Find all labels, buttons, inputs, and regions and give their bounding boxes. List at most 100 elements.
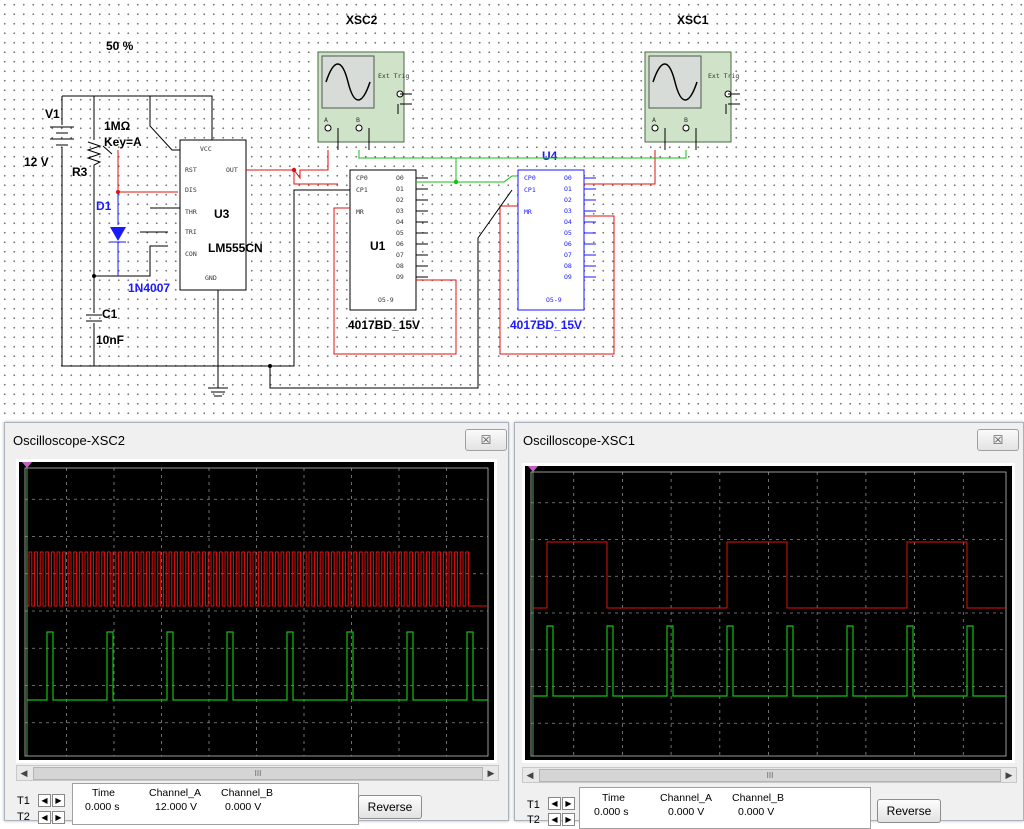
counter-output-pin: O4 xyxy=(396,218,404,226)
counter-output-pin: O7 xyxy=(564,251,572,259)
svg-text:THR: THR xyxy=(185,208,197,216)
close-button[interactable]: ☒ xyxy=(977,429,1019,451)
counter-output-pin: O9 xyxy=(564,273,572,281)
svg-text:CP0: CP0 xyxy=(524,174,536,182)
r3-key: Key=A xyxy=(104,135,142,149)
t1-left-arrow-icon[interactable]: ◀ xyxy=(548,797,561,810)
counter-output-pin: O0 xyxy=(396,174,404,182)
counter-output-pin: O0 xyxy=(564,174,572,182)
channel-a-label-2: A xyxy=(652,116,656,124)
v1-name: V1 xyxy=(45,107,60,121)
counter-output-pin: O2 xyxy=(564,196,572,204)
channel-a-value: 12.000 V xyxy=(155,801,198,813)
horizontal-scrollbar[interactable]: ◀ III ▶ xyxy=(16,765,499,781)
scope-screen xyxy=(19,462,494,760)
scroll-right-icon[interactable]: ▶ xyxy=(1002,768,1016,782)
t1-right-arrow-icon[interactable]: ▶ xyxy=(562,797,575,810)
t2-left-arrow-icon[interactable]: ◀ xyxy=(38,811,51,824)
counter-output-pin: O5 xyxy=(564,229,572,237)
time-header: Time xyxy=(602,792,625,804)
u4-name: U4 xyxy=(542,149,558,163)
cursor-t1-handle-icon[interactable] xyxy=(528,466,538,472)
t2-left-arrow-icon[interactable]: ◀ xyxy=(548,813,561,826)
t2-label: T2 xyxy=(17,811,30,823)
u3-part: LM555CN xyxy=(208,241,263,255)
t1-right-arrow-icon[interactable]: ▶ xyxy=(52,794,65,807)
u1-name: U1 xyxy=(370,239,386,253)
circuit-diagram: Ext Trig A B XSC2 Ext Trig A B XSC1 50 % xyxy=(24,13,740,397)
window-title: Oscilloscope-XSC2 xyxy=(13,433,125,448)
channel-b-trace xyxy=(533,625,1006,697)
svg-text:RST: RST xyxy=(185,166,197,174)
time-value: 0.000 s xyxy=(594,806,629,818)
waveform-display xyxy=(22,462,489,757)
counter-output-pin: O1 xyxy=(564,185,572,193)
u1-4017-chip[interactable]: CP0 CP1 MR O5-9 U1 O0 O1 O2 O3 O4 O5 O6 O7 O8 O9 xyxy=(349,169,428,311)
channel-b-value: 0.000 V xyxy=(225,801,262,813)
r3-name: R3 xyxy=(72,165,88,179)
u4-4017-chip[interactable]: CP0 CP1 MR O5-9 O0 O1 O2 O3 O4 O5 O6 O7 O8 O9 xyxy=(517,169,596,311)
svg-text:OUT: OUT xyxy=(226,166,238,174)
channel-b-value: 0.000 V xyxy=(738,806,775,818)
t2-right-arrow-icon[interactable]: ▶ xyxy=(562,813,575,826)
svg-text:TRI: TRI xyxy=(185,228,197,236)
t2-label: T2 xyxy=(527,814,540,826)
close-button[interactable]: ☒ xyxy=(465,429,507,451)
counter-output-pin: O5 xyxy=(396,229,404,237)
waveform-display xyxy=(528,466,1007,757)
xsc2-label: XSC2 xyxy=(346,13,378,27)
channel-a-value: 0.000 V xyxy=(668,806,705,818)
channel-b-label: B xyxy=(356,116,360,124)
counter-output-pin: O3 xyxy=(396,207,404,215)
svg-text:MR: MR xyxy=(356,208,364,216)
scroll-thumb[interactable]: III xyxy=(33,767,483,780)
svg-text:CP0: CP0 xyxy=(356,174,368,182)
reverse-button[interactable]: Reverse xyxy=(358,795,422,819)
svg-text:VCC: VCC xyxy=(200,145,212,153)
svg-text:MR: MR xyxy=(524,208,532,216)
counter-output-pin: O4 xyxy=(564,218,572,226)
scroll-thumb[interactable]: III xyxy=(539,769,1001,782)
svg-text:CP1: CP1 xyxy=(356,186,368,194)
oscilloscope-xsc2-symbol[interactable]: Ext Trig A B xyxy=(317,51,412,150)
r3-value: 1MΩ xyxy=(104,119,131,133)
scroll-left-icon[interactable]: ◀ xyxy=(17,766,31,780)
c1-name: C1 xyxy=(102,307,118,321)
u3-name: U3 xyxy=(214,207,230,221)
channel-a-trace xyxy=(533,541,1006,609)
counter-output-pin: O6 xyxy=(564,240,572,248)
cursor-t1-handle-icon[interactable] xyxy=(22,462,32,468)
channel-b-label-2: B xyxy=(684,116,688,124)
t1-left-arrow-icon[interactable]: ◀ xyxy=(38,794,51,807)
cursor-readout: Time Channel_A Channel_B 0.000 s 0.000 V… xyxy=(579,787,871,829)
u3-lm555-chip[interactable]: VCC RST DIS THR TRI CON GND OUT U3 LM555… xyxy=(179,139,263,291)
t2-right-arrow-icon[interactable]: ▶ xyxy=(52,811,65,824)
u1-part: 4017BD_15V xyxy=(348,318,420,332)
horizontal-scrollbar[interactable]: ◀ III ▶ xyxy=(522,767,1017,783)
counter-output-pin: O3 xyxy=(564,207,572,215)
oscilloscope-xsc1-window[interactable]: Oscilloscope-XSC1 ☒ ◀ III ▶ T1 T2 ◀ ▶ ◀ … xyxy=(514,422,1024,829)
ext-trig-label-2: Ext Trig xyxy=(708,72,739,80)
scroll-left-icon[interactable]: ◀ xyxy=(523,768,537,782)
time-header: Time xyxy=(92,787,115,799)
oscilloscope-xsc2-window[interactable]: Oscilloscope-XSC2 ☒ ◀ III ▶ T1 T2 ◀ ▶ ◀ … xyxy=(4,422,509,825)
scroll-right-icon[interactable]: ▶ xyxy=(484,766,498,780)
channel-a-header: Channel_A xyxy=(660,792,712,804)
reverse-button[interactable]: Reverse xyxy=(877,799,941,823)
channel-b-header: Channel_B xyxy=(732,792,784,804)
schematic-canvas[interactable]: Ext Trig A B XSC2 Ext Trig A B XSC1 50 % xyxy=(0,0,1024,420)
xsc1-label: XSC1 xyxy=(677,13,709,27)
time-value: 0.000 s xyxy=(85,801,120,813)
ext-trig-label: Ext Trig xyxy=(378,72,409,80)
oscilloscope-xsc1-symbol[interactable]: Ext Trig A B xyxy=(644,51,740,150)
counter-output-pin: O2 xyxy=(396,196,404,204)
channel-a-header: Channel_A xyxy=(149,787,201,799)
svg-text:DIS: DIS xyxy=(185,186,197,194)
counter-output-pin: O6 xyxy=(396,240,404,248)
v1-value: 12 V xyxy=(24,155,49,169)
channel-a-label: A xyxy=(324,116,328,124)
channel-b-header: Channel_B xyxy=(221,787,273,799)
channel-a-trace xyxy=(27,551,488,607)
channel-b-trace xyxy=(27,631,488,701)
svg-text:GND: GND xyxy=(205,274,217,282)
